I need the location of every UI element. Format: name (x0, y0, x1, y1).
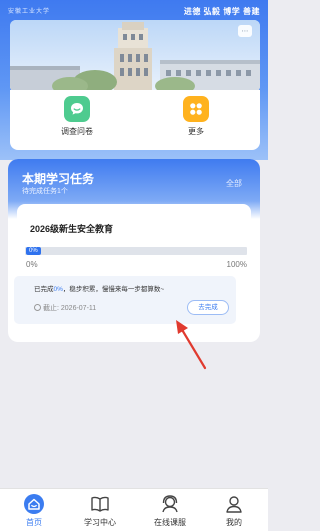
survey-chat-icon (64, 96, 90, 122)
deadline-text: 截止: 2026-07-11 (43, 305, 97, 312)
deadline: 截止: 2026-07-11 (34, 303, 96, 313)
status-prefix: 已完成 (34, 286, 54, 293)
message-icon[interactable]: ⋯ (238, 25, 252, 37)
quick-item-more[interactable]: 更多 (166, 96, 226, 137)
home-icon (6, 493, 62, 515)
course-progress-bar (25, 247, 247, 255)
nav-label-home: 首页 (26, 518, 42, 527)
quick-menu: 调查问卷 更多 (10, 90, 260, 150)
grid-more-icon (183, 96, 209, 122)
completion-message: 已完成0%，稳步积累，慢慢来每一步都算数~ (34, 283, 164, 293)
campus-banner[interactable]: ⋯ (10, 20, 260, 92)
progress-value-pill: 0% (26, 247, 41, 255)
nav-item-home[interactable]: 首页 (6, 493, 62, 528)
nav-label-mine: 我的 (226, 518, 242, 527)
book-icon (72, 493, 128, 515)
school-logo: 安徽工业大学 (8, 9, 51, 15)
progress-min-label: 0% (26, 260, 38, 269)
annotation-arrow (176, 320, 207, 370)
nav-item-mine[interactable]: 我的 (206, 493, 262, 528)
bottom-nav: 首页 学习中心 在线课服 我的 (0, 488, 268, 531)
status-suffix: ，稳步积累，慢慢来每一步都算数~ (62, 286, 165, 293)
course-title: 2026级新生安全教育 (30, 224, 114, 234)
status-percent: 0% (53, 286, 63, 293)
go-complete-button[interactable]: 去完成 (187, 300, 229, 315)
clock-icon (34, 304, 41, 311)
campus-building-image (10, 20, 260, 92)
nav-label-online-service: 在线课服 (154, 518, 186, 527)
customer-service-icon (142, 493, 198, 515)
course-status-box: 已完成0%，稳步积累，慢慢来每一步都算数~ 截止: 2026-07-11 去完成 (14, 276, 236, 324)
nav-item-online-service[interactable]: 在线课服 (142, 493, 198, 528)
pending-task-count: 待完成任务1个 (22, 188, 68, 195)
nav-item-study-center[interactable]: 学习中心 (72, 493, 128, 528)
quick-item-label: 更多 (188, 127, 204, 136)
quick-item-label: 调查问卷 (61, 127, 93, 136)
nav-label-study-center: 学习中心 (84, 518, 116, 527)
view-all-link[interactable]: 全部 (226, 178, 242, 189)
school-slogan: 进德 弘毅 博学 善建 (183, 7, 260, 16)
progress-max-label: 100% (226, 260, 247, 269)
task-card-title: 本期学习任务 (22, 172, 95, 186)
user-icon (206, 493, 262, 515)
quick-item-survey[interactable]: 调查问卷 (47, 96, 107, 137)
